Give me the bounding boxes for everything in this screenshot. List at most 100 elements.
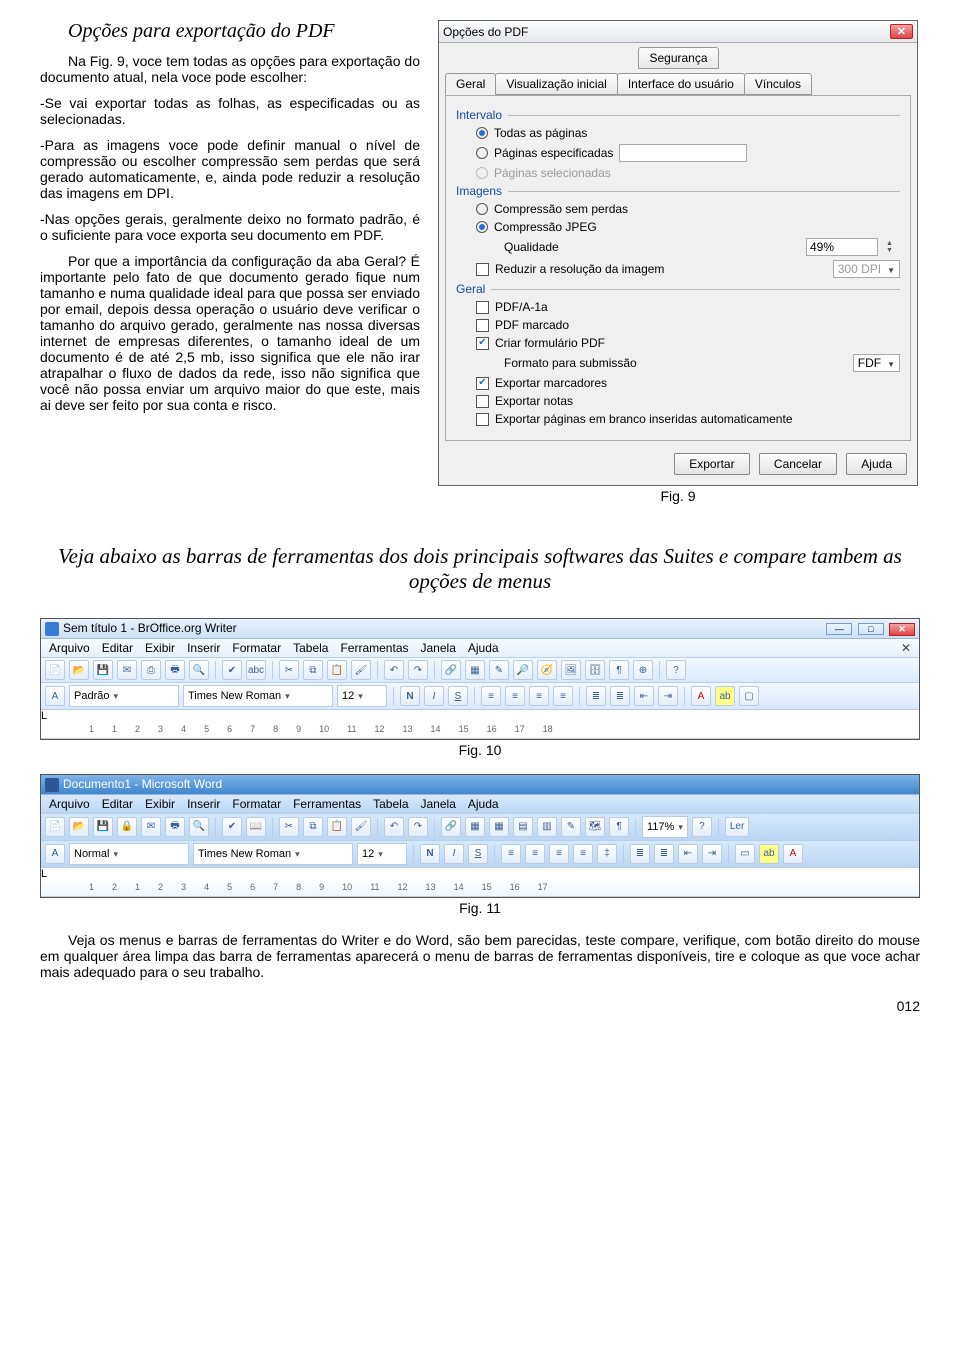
underline-icon[interactable]: S xyxy=(448,686,468,706)
pdf-icon[interactable]: ⎙ xyxy=(141,660,161,680)
menu-editar[interactable]: Editar xyxy=(102,797,133,811)
research-icon[interactable]: 📖 xyxy=(246,817,266,837)
check-exportar-branco[interactable]: Exportar páginas em branco inseridas aut… xyxy=(476,412,900,426)
redo-icon[interactable]: ↷ xyxy=(408,817,428,837)
spellcheck-icon[interactable]: ✔ xyxy=(222,660,242,680)
permission-icon[interactable]: 🔒 xyxy=(117,817,137,837)
insert-table-icon[interactable]: ▦ xyxy=(489,817,509,837)
indent-icon[interactable]: ⇥ xyxy=(658,686,678,706)
autospell-icon[interactable]: abc xyxy=(246,660,266,680)
save-icon[interactable]: 💾 xyxy=(93,817,113,837)
menu-formatar[interactable]: Formatar xyxy=(232,641,281,655)
tab-geral[interactable]: Geral xyxy=(445,73,496,95)
read-icon[interactable]: Ler xyxy=(725,817,749,837)
cut-icon[interactable]: ✂ xyxy=(279,817,299,837)
align-right-icon[interactable]: ≡ xyxy=(549,844,569,864)
fontcolor-icon[interactable]: A xyxy=(691,686,711,706)
tab-interface-usuario[interactable]: Interface do usuário xyxy=(617,73,745,95)
italic-icon[interactable]: I xyxy=(444,844,464,864)
check-pdfa[interactable]: PDF/A-1a xyxy=(476,300,900,314)
formato-select[interactable]: FDF xyxy=(853,354,900,372)
tab-vinculos[interactable]: Vínculos xyxy=(744,73,812,95)
check-exportar-notas[interactable]: Exportar notas xyxy=(476,394,900,408)
tab-seguranca[interactable]: Segurança xyxy=(638,47,718,69)
help-button[interactable]: Ajuda xyxy=(846,453,907,475)
menu-inserir[interactable]: Inserir xyxy=(187,641,220,655)
menu-inserir[interactable]: Inserir xyxy=(187,797,220,811)
print-icon[interactable]: 🖶 xyxy=(165,660,185,680)
zoom-icon[interactable]: ⊕ xyxy=(633,660,653,680)
menu-exibir[interactable]: Exibir xyxy=(145,797,175,811)
menu-tabela[interactable]: Tabela xyxy=(373,797,408,811)
highlight-icon[interactable]: ab xyxy=(715,686,735,706)
menu-ajuda[interactable]: Ajuda xyxy=(468,641,499,655)
docmap-icon[interactable]: 🗺 xyxy=(585,817,605,837)
datasource-icon[interactable]: 🗄 xyxy=(585,660,605,680)
radio-paginas-especificadas[interactable]: Páginas especificadas xyxy=(476,144,900,162)
fontsize-select[interactable]: 12 xyxy=(337,685,387,707)
paste-icon[interactable]: 📋 xyxy=(327,660,347,680)
save-icon[interactable]: 💾 xyxy=(93,660,113,680)
preview-icon[interactable]: 🔍 xyxy=(189,817,209,837)
redo-icon[interactable]: ↷ xyxy=(408,660,428,680)
export-button[interactable]: Exportar xyxy=(674,453,749,475)
menu-ferramentas[interactable]: Ferramentas xyxy=(340,641,408,655)
copy-icon[interactable]: ⧉ xyxy=(303,660,323,680)
menu-formatar[interactable]: Formatar xyxy=(232,797,281,811)
menu-tabela[interactable]: Tabela xyxy=(293,641,328,655)
close-icon[interactable]: ✕ xyxy=(890,24,913,39)
align-left-icon[interactable]: ≡ xyxy=(501,844,521,864)
menu-arquivo[interactable]: Arquivo xyxy=(49,797,90,811)
qualidade-stepper[interactable] xyxy=(886,240,900,254)
pages-input[interactable] xyxy=(619,144,747,162)
outdent-icon[interactable]: ⇤ xyxy=(634,686,654,706)
tab-visualizacao-inicial[interactable]: Visualização inicial xyxy=(495,73,618,95)
styles-icon[interactable]: A xyxy=(45,686,65,706)
menu-arquivo[interactable]: Arquivo xyxy=(49,641,90,655)
italic-icon[interactable]: I xyxy=(424,686,444,706)
zoom-select[interactable]: 117% xyxy=(642,816,688,838)
draw-icon[interactable]: ✎ xyxy=(489,660,509,680)
maximize-icon[interactable]: □ xyxy=(858,623,884,635)
dpi-select[interactable]: 300 DPI xyxy=(833,260,900,278)
new-icon[interactable]: 📄 xyxy=(45,817,65,837)
underline-icon[interactable]: S xyxy=(468,844,488,864)
bullet-list-icon[interactable]: ≣ xyxy=(610,686,630,706)
nonprinting-icon[interactable]: ¶ xyxy=(609,660,629,680)
columns-icon[interactable]: ▥ xyxy=(537,817,557,837)
justify-icon[interactable]: ≡ xyxy=(573,844,593,864)
numbered-list-icon[interactable]: ≣ xyxy=(630,844,650,864)
highlight-icon[interactable]: ab xyxy=(759,844,779,864)
radio-paginas-selecionadas[interactable]: Páginas selecionadas xyxy=(476,166,900,180)
borders-icon[interactable]: ▭ xyxy=(735,844,755,864)
font-select[interactable]: Times New Roman xyxy=(193,843,353,865)
navigator-icon[interactable]: 🧭 xyxy=(537,660,557,680)
bold-icon[interactable]: N xyxy=(400,686,420,706)
align-left-icon[interactable]: ≡ xyxy=(481,686,501,706)
style-select[interactable]: Normal xyxy=(69,843,189,865)
mail-icon[interactable]: ✉ xyxy=(117,660,137,680)
nonprinting-icon[interactable]: ¶ xyxy=(609,817,629,837)
drawing-icon[interactable]: ✎ xyxy=(561,817,581,837)
radio-compressao-sem-perdas[interactable]: Compressão sem perdas xyxy=(476,202,900,216)
justify-icon[interactable]: ≡ xyxy=(553,686,573,706)
menu-ferramentas[interactable]: Ferramentas xyxy=(293,797,361,811)
menu-editar[interactable]: Editar xyxy=(102,641,133,655)
cut-icon[interactable]: ✂ xyxy=(279,660,299,680)
radio-compressao-jpeg[interactable]: Compressão JPEG xyxy=(476,220,900,234)
minimize-icon[interactable]: — xyxy=(826,623,852,635)
open-icon[interactable]: 📂 xyxy=(69,660,89,680)
style-select[interactable]: Padrão xyxy=(69,685,179,707)
radio-todas-paginas[interactable]: Todas as páginas xyxy=(476,126,900,140)
menu-close-icon[interactable]: ✕ xyxy=(901,641,911,655)
table-icon[interactable]: ▦ xyxy=(465,660,485,680)
indent-icon[interactable]: ⇥ xyxy=(702,844,722,864)
find-icon[interactable]: 🔎 xyxy=(513,660,533,680)
help-icon[interactable]: ? xyxy=(692,817,712,837)
gallery-icon[interactable]: 🖼 xyxy=(561,660,581,680)
bullet-list-icon[interactable]: ≣ xyxy=(654,844,674,864)
formatpaint-icon[interactable]: 🖌 xyxy=(351,660,371,680)
check-criar-formulario[interactable]: Criar formulário PDF xyxy=(476,336,900,350)
outdent-icon[interactable]: ⇤ xyxy=(678,844,698,864)
spellcheck-icon[interactable]: ✔ xyxy=(222,817,242,837)
